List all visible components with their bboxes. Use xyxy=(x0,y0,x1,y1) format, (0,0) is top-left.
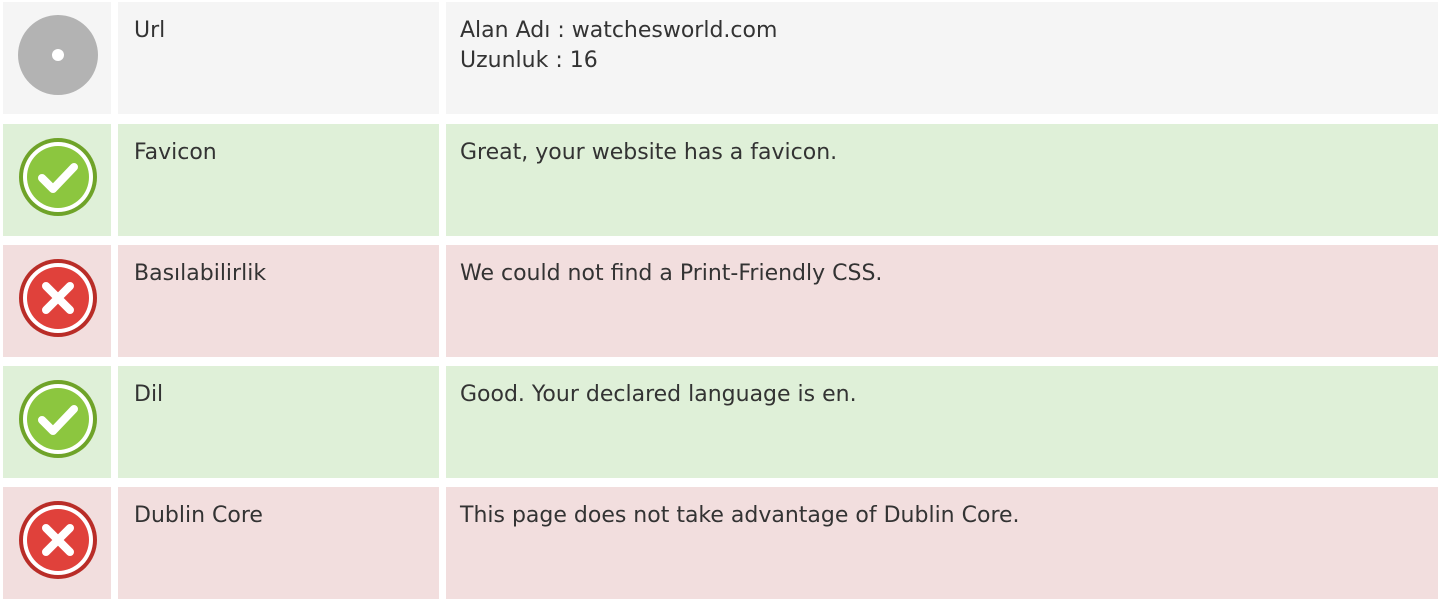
check-value-cell: We could not find a Print-Friendly CSS. xyxy=(446,245,1438,357)
check-label-cell: Dublin Core xyxy=(118,487,439,599)
check-label: Dublin Core xyxy=(134,503,263,528)
result-row-language: Dil Good. Your declared language is en. xyxy=(0,366,1445,478)
check-label: Basılabilirlik xyxy=(134,261,267,286)
check-value-line: We could not find a Print-Friendly CSS. xyxy=(460,261,883,286)
seo-results-table: Url Alan Adı : watchesworld.com Uzunluk … xyxy=(0,0,1445,603)
check-value-cell: Alan Adı : watchesworld.com Uzunluk : 16 xyxy=(446,2,1438,114)
check-value-line: Great, your website has a favicon. xyxy=(460,140,838,165)
check-value-cell: Great, your website has a favicon. xyxy=(446,124,1438,236)
status-cell xyxy=(3,2,111,114)
check-value-line: Alan Adı : watchesworld.com xyxy=(460,18,778,43)
result-row-favicon: Favicon Great, your website has a favico… xyxy=(0,124,1445,236)
check-value-cell: This page does not take advantage of Dub… xyxy=(446,487,1438,599)
check-label-cell: Basılabilirlik xyxy=(118,245,439,357)
check-label: Dil xyxy=(134,382,164,407)
check-label: Favicon xyxy=(134,140,217,165)
check-value-line: Good. Your declared language is en. xyxy=(460,382,857,407)
x-circle-icon xyxy=(17,257,99,339)
result-row-dublin-core: Dublin Core This page does not take adva… xyxy=(0,487,1445,599)
check-value-cell: Good. Your declared language is en. xyxy=(446,366,1438,478)
circle-dot-icon xyxy=(17,14,99,96)
check-label: Url xyxy=(134,18,166,43)
check-value-line: This page does not take advantage of Dub… xyxy=(460,503,1020,528)
check-label-cell: Url xyxy=(118,2,439,114)
check-label-cell: Favicon xyxy=(118,124,439,236)
check-value-line: Uzunluk : 16 xyxy=(460,48,598,73)
result-row-url: Url Alan Adı : watchesworld.com Uzunluk … xyxy=(0,2,1445,114)
status-cell xyxy=(3,487,111,599)
result-row-printability: Basılabilirlik We could not find a Print… xyxy=(0,245,1445,357)
status-cell xyxy=(3,245,111,357)
check-label-cell: Dil xyxy=(118,366,439,478)
check-circle-icon xyxy=(17,378,99,460)
status-cell xyxy=(3,366,111,478)
check-circle-icon xyxy=(17,136,99,218)
x-circle-icon xyxy=(17,499,99,581)
status-cell xyxy=(3,124,111,236)
